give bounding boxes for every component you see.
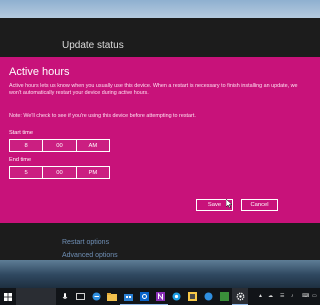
restart-options-link[interactable]: Restart options	[62, 239, 109, 246]
onenote-icon[interactable]	[152, 288, 168, 305]
edge-icon[interactable]	[88, 288, 104, 305]
volume-icon[interactable]: ♪	[291, 293, 294, 299]
calendar-icon[interactable]	[216, 288, 232, 305]
end-period[interactable]: PM	[77, 167, 109, 178]
notification-icon[interactable]: ▲	[258, 293, 263, 299]
start-hour[interactable]: 8	[10, 140, 44, 151]
settings-icon[interactable]	[232, 288, 248, 305]
advanced-options-link[interactable]: Advanced options	[62, 252, 118, 259]
onedrive-icon[interactable]: ☁	[268, 293, 273, 299]
store-icon[interactable]	[120, 288, 136, 305]
start-time-picker[interactable]: 8 00 AM	[9, 139, 110, 152]
task-view-icon[interactable]	[72, 288, 88, 305]
taskbar: ▲ ☁ ☰ ♪ ⌨ ▭	[0, 288, 320, 305]
end-time-picker[interactable]: 5 00 PM	[9, 166, 110, 179]
mouse-cursor-icon	[226, 199, 233, 208]
end-hour[interactable]: 5	[10, 167, 44, 178]
end-time-label: End time	[9, 157, 32, 163]
start-minute[interactable]: 00	[43, 140, 77, 151]
dialog-title: Active hours	[9, 66, 70, 78]
photos-icon[interactable]	[184, 288, 200, 305]
dialog-description: Active hours lets us know when you usual…	[9, 83, 298, 97]
skype-icon[interactable]	[168, 288, 184, 305]
wifi-icon[interactable]: ☰	[280, 293, 284, 299]
dialog-note: Note: We'll check to see if you're using…	[9, 113, 196, 119]
active-hours-dialog: Active hours Active hours lets us know w…	[0, 57, 320, 223]
keyboard-icon[interactable]: ⌨	[302, 293, 309, 299]
edge-icon-2[interactable]	[200, 288, 216, 305]
action-center-icon[interactable]: ▭	[312, 293, 317, 299]
end-minute[interactable]: 00	[43, 167, 77, 178]
start-period[interactable]: AM	[77, 140, 109, 151]
windows-start-icon[interactable]	[0, 288, 16, 305]
file-explorer-icon[interactable]	[104, 288, 120, 305]
start-time-label: Start time	[9, 130, 33, 136]
microphone-icon[interactable]	[58, 288, 72, 305]
page-title: Update status	[62, 40, 124, 51]
cancel-button[interactable]: Cancel	[241, 199, 278, 211]
search-icon[interactable]	[16, 288, 56, 305]
outlook-icon[interactable]	[136, 288, 152, 305]
